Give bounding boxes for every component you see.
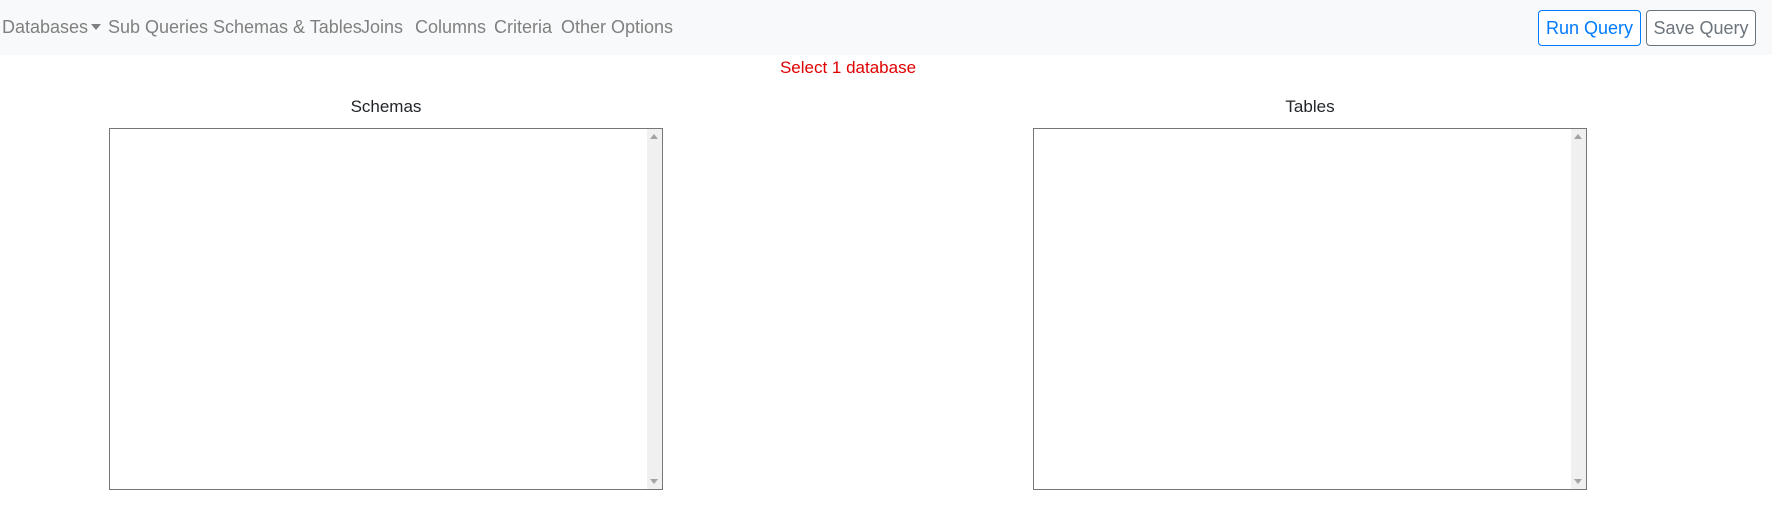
nav-criteria[interactable]: Criteria bbox=[494, 0, 552, 55]
scroll-up-arrow-icon[interactable] bbox=[1574, 134, 1582, 139]
nav-columns[interactable]: Columns bbox=[415, 0, 486, 55]
schemas-scrollbar[interactable] bbox=[647, 129, 662, 489]
nav-schemas-tables[interactable]: Schemas & Tables bbox=[213, 0, 362, 55]
scroll-up-arrow-icon[interactable] bbox=[650, 134, 658, 139]
top-navbar: Databases Sub Queries Schemas & Tables J… bbox=[0, 0, 1772, 55]
scroll-down-arrow-icon[interactable] bbox=[1574, 479, 1582, 484]
tables-label: Tables bbox=[1285, 97, 1335, 116]
nav-joins[interactable]: Joins bbox=[361, 0, 403, 55]
tables-listbox[interactable] bbox=[1033, 128, 1587, 490]
tables-scrollbar[interactable] bbox=[1571, 129, 1586, 489]
nav-databases-dropdown[interactable]: Databases bbox=[2, 0, 102, 55]
scroll-down-arrow-icon[interactable] bbox=[650, 479, 658, 484]
nav-databases-label: Databases bbox=[2, 17, 89, 37]
schemas-listbox[interactable] bbox=[109, 128, 663, 490]
save-query-button[interactable]: Save Query bbox=[1646, 10, 1756, 46]
nav-sub-queries[interactable]: Sub Queries bbox=[108, 0, 208, 55]
run-query-button[interactable]: Run Query bbox=[1538, 10, 1641, 46]
validation-message: Select 1 database bbox=[779, 58, 917, 77]
schemas-label: Schemas bbox=[350, 97, 422, 116]
nav-other-options[interactable]: Other Options bbox=[561, 0, 673, 55]
caret-down-icon bbox=[91, 24, 102, 30]
